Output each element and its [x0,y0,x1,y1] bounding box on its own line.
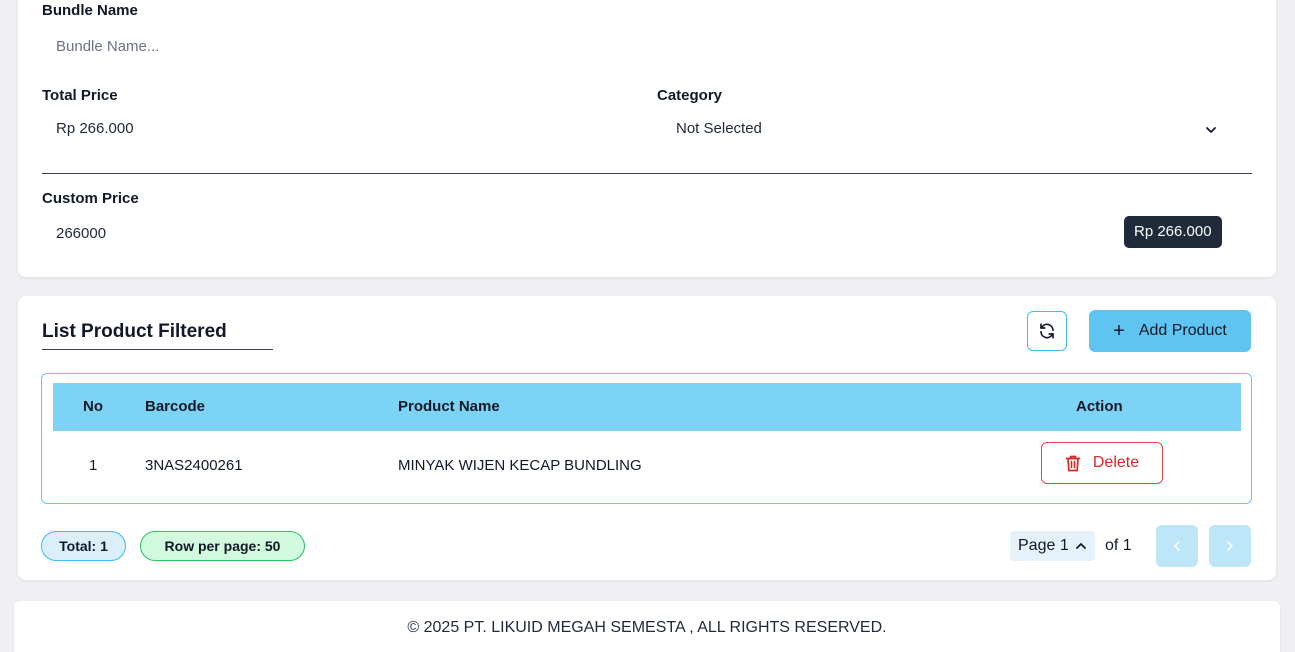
form-divider [42,173,1252,174]
category-label: Category [657,87,723,104]
product-list-card: List Product Filtered + Add Product No B… [18,296,1276,580]
product-table: No Barcode Product Name Action 1 3NAS240… [41,373,1252,504]
total-badge: Total: 1 [41,531,126,561]
category-select[interactable]: Not Selected [676,120,762,137]
footer: © 2025 PT. LIKUID MEGAH SEMESTA , ALL RI… [14,601,1280,652]
row-barcode: 3NAS2400261 [145,457,243,474]
column-header-barcode: Barcode [145,398,206,415]
chevron-left-icon [1174,541,1180,551]
delete-button[interactable]: Delete [1041,442,1163,484]
custom-price-input[interactable]: 266000 [56,225,106,242]
plus-icon: + [1113,320,1125,342]
rows-per-page-badge: Row per page: 50 [140,531,305,561]
bundle-name-label: Bundle Name [42,2,138,19]
total-price-label: Total Price [42,87,118,104]
row-no: 1 [89,457,98,474]
column-header-product-name: Product Name [398,398,500,415]
table-header: No Barcode Product Name Action [53,383,1241,431]
copyright-text: © 2025 PT. LIKUID MEGAH SEMESTA , ALL RI… [407,619,887,636]
next-page-button[interactable] [1209,525,1251,567]
custom-price-badge: Rp 266.000 [1124,216,1222,248]
total-price-value: Rp 266.000 [56,120,134,137]
column-header-no: No [83,398,103,415]
page-select[interactable]: Page 1 [1010,531,1095,561]
page-label: Page 1 [1018,537,1069,554]
custom-price-label: Custom Price [42,190,139,207]
refresh-icon [1040,323,1054,339]
chevron-down-icon[interactable] [1204,123,1218,137]
list-title: List Product Filtered [42,321,227,342]
bundle-form-card: Bundle Name Bundle Name... Total Price R… [18,0,1276,277]
refresh-button[interactable] [1027,311,1067,351]
title-underline [42,349,273,350]
bundle-name-input[interactable]: Bundle Name... [56,38,159,55]
chevron-up-icon [1075,543,1086,549]
trash-icon [1065,455,1081,471]
prev-page-button[interactable] [1156,525,1198,567]
add-product-button[interactable]: + Add Product [1089,310,1251,352]
column-header-action: Action [1076,398,1123,415]
add-product-label: Add Product [1138,322,1227,339]
chevron-right-icon [1227,541,1233,551]
page-total: of 1 [1105,537,1132,554]
delete-label: Delete [1092,454,1140,471]
row-product-name: MINYAK WIJEN KECAP BUNDLING [398,457,642,474]
